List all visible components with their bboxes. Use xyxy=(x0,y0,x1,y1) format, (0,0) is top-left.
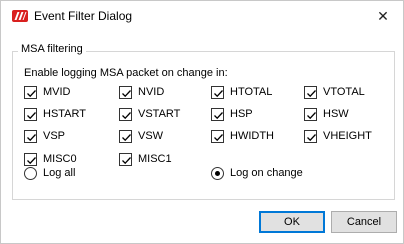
checkbox-box[interactable] xyxy=(304,107,317,121)
checkbox-label: VSTART xyxy=(138,108,181,120)
checkbox-label: VTOTAL xyxy=(323,86,365,98)
checkbox-htotal[interactable]: HTOTAL xyxy=(211,85,272,99)
event-filter-dialog: Event Filter Dialog ✕ MSA filtering Enab… xyxy=(0,0,404,244)
checkbox-hstart[interactable]: HSTART xyxy=(24,107,86,121)
window-title: Event Filter Dialog xyxy=(34,9,133,23)
radio-circle[interactable] xyxy=(211,166,224,180)
checkbox-label: MISC1 xyxy=(138,153,172,165)
checkbox-label: HWIDTH xyxy=(230,130,274,142)
checkbox-label: HSP xyxy=(230,108,253,120)
checkbox-vstart[interactable]: VSTART xyxy=(119,107,180,121)
checkbox-box[interactable] xyxy=(304,129,317,143)
checkbox-box[interactable] xyxy=(119,129,132,143)
checkbox-box[interactable] xyxy=(24,129,37,143)
close-icon: ✕ xyxy=(377,8,389,24)
radio-selected-dot xyxy=(215,170,220,176)
checkbox-box[interactable] xyxy=(211,129,224,143)
app-logo-icon xyxy=(12,10,28,22)
cancel-button[interactable]: Cancel xyxy=(331,211,397,233)
checkbox-box[interactable] xyxy=(24,152,37,166)
checkbox-label: NVID xyxy=(138,86,165,98)
radio-log-all[interactable]: Log all xyxy=(24,166,75,180)
ok-button[interactable]: OK xyxy=(259,211,325,233)
checkbox-misc1[interactable]: MISC1 xyxy=(119,152,172,166)
checkbox-mvid[interactable]: MVID xyxy=(24,85,71,99)
enable-logging-label: Enable logging MSA packet on change in: xyxy=(24,67,228,79)
title-bar[interactable]: Event Filter Dialog ✕ xyxy=(1,1,403,31)
checkbox-label: HSW xyxy=(323,108,349,120)
checkbox-vsp[interactable]: VSP xyxy=(24,129,65,143)
checkbox-box[interactable] xyxy=(119,85,132,99)
checkbox-label: VSP xyxy=(43,130,66,142)
checkbox-label: VSW xyxy=(138,130,164,142)
checkbox-box[interactable] xyxy=(211,107,224,121)
checkbox-box[interactable] xyxy=(211,85,224,99)
checkbox-vheight[interactable]: VHEIGHT xyxy=(304,129,372,143)
radio-label: Log all xyxy=(43,167,76,179)
checkbox-label: MISC0 xyxy=(43,153,77,165)
checkbox-box[interactable] xyxy=(24,107,37,121)
radio-label: Log on change xyxy=(230,167,303,179)
checkbox-label: HTOTAL xyxy=(230,86,273,98)
checkbox-label: MVID xyxy=(43,86,71,98)
radio-log-on-change[interactable]: Log on change xyxy=(211,166,303,180)
checkbox-box[interactable] xyxy=(119,152,132,166)
checkbox-label: VHEIGHT xyxy=(323,130,372,142)
checkbox-vtotal[interactable]: VTOTAL xyxy=(304,85,365,99)
checkbox-misc0[interactable]: MISC0 xyxy=(24,152,77,166)
checkbox-box[interactable] xyxy=(119,107,132,121)
checkbox-nvid[interactable]: NVID xyxy=(119,85,164,99)
checkbox-box[interactable] xyxy=(24,85,37,99)
close-button[interactable]: ✕ xyxy=(363,1,403,31)
checkbox-box[interactable] xyxy=(304,85,317,99)
checkbox-hsp[interactable]: HSP xyxy=(211,107,253,121)
checkbox-hwidth[interactable]: HWIDTH xyxy=(211,129,274,143)
checkbox-hsw[interactable]: HSW xyxy=(304,107,349,121)
checkbox-label: HSTART xyxy=(43,108,86,120)
checkbox-vsw[interactable]: VSW xyxy=(119,129,163,143)
radio-circle[interactable] xyxy=(24,166,37,180)
group-legend: MSA filtering xyxy=(18,43,86,55)
